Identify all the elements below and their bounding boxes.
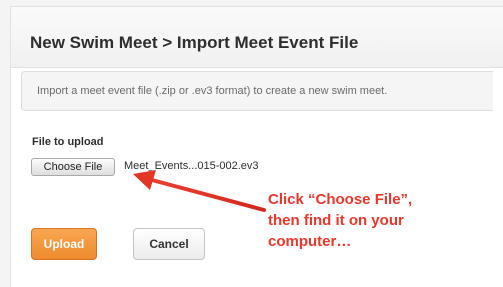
- callout-line-1: Click “Choose File”,: [268, 191, 413, 208]
- callout-line-3: computer…: [268, 233, 352, 250]
- instruction-callout: Click “Choose File”, then find it on you…: [268, 189, 498, 252]
- callout-line-2: then find it on your: [268, 212, 404, 229]
